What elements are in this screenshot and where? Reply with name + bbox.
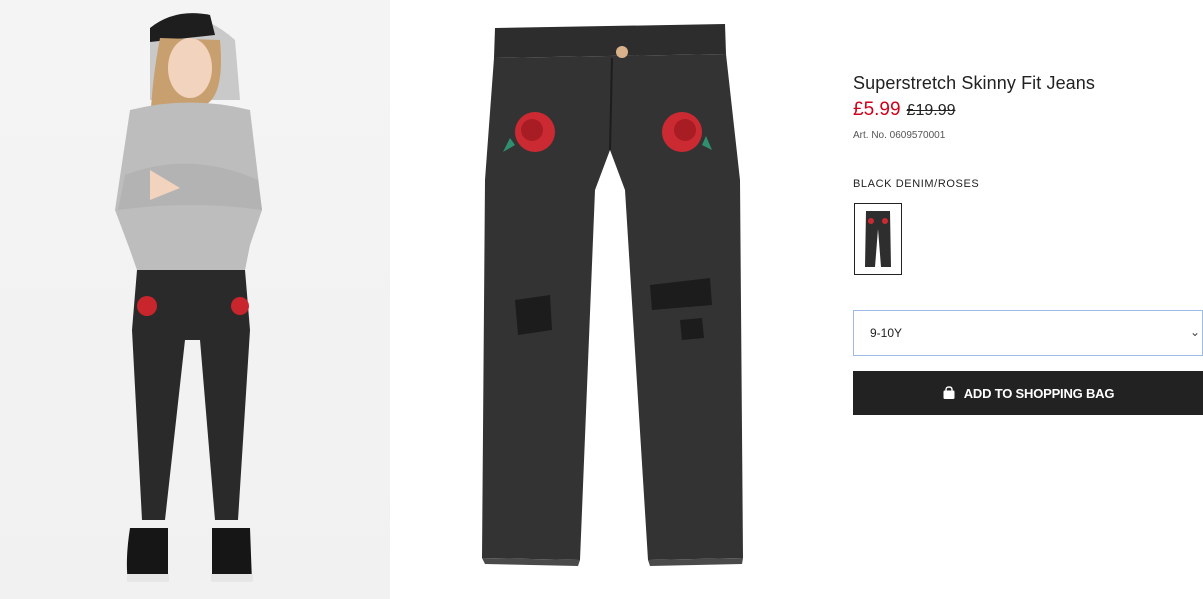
product-info: Superstretch Skinny Fit Jeans £5.99 £19.… — [853, 0, 1203, 599]
article-number: Art. No. 0609570001 — [853, 130, 946, 141]
product-title: Superstretch Skinny Fit Jeans — [853, 73, 1096, 93]
swatch-thumbnail — [865, 211, 891, 267]
chevron-down-icon: ⌄ — [1189, 325, 1200, 339]
product-page: Superstretch Skinny Fit Jeans £5.99 £19.… — [0, 0, 1203, 599]
product-photo[interactable] — [390, 0, 836, 599]
model-photo[interactable] — [0, 0, 390, 599]
add-to-bag-button[interactable]: ADD TO SHOPPING BAG — [853, 371, 1203, 415]
original-price: £19.99 — [906, 102, 956, 119]
price-row: £5.99 £19.99 — [853, 99, 955, 121]
size-selected-value: 9-10Y — [870, 326, 903, 340]
sale-price: £5.99 — [853, 99, 901, 120]
shopping-bag-icon — [943, 386, 955, 399]
add-to-bag-label: ADD TO SHOPPING BAG — [963, 385, 1115, 401]
color-name: BLACK DENIM/ROSES — [853, 178, 980, 190]
size-select[interactable]: 9-10Y ⌄ — [853, 310, 1203, 356]
color-swatch[interactable] — [854, 203, 902, 275]
